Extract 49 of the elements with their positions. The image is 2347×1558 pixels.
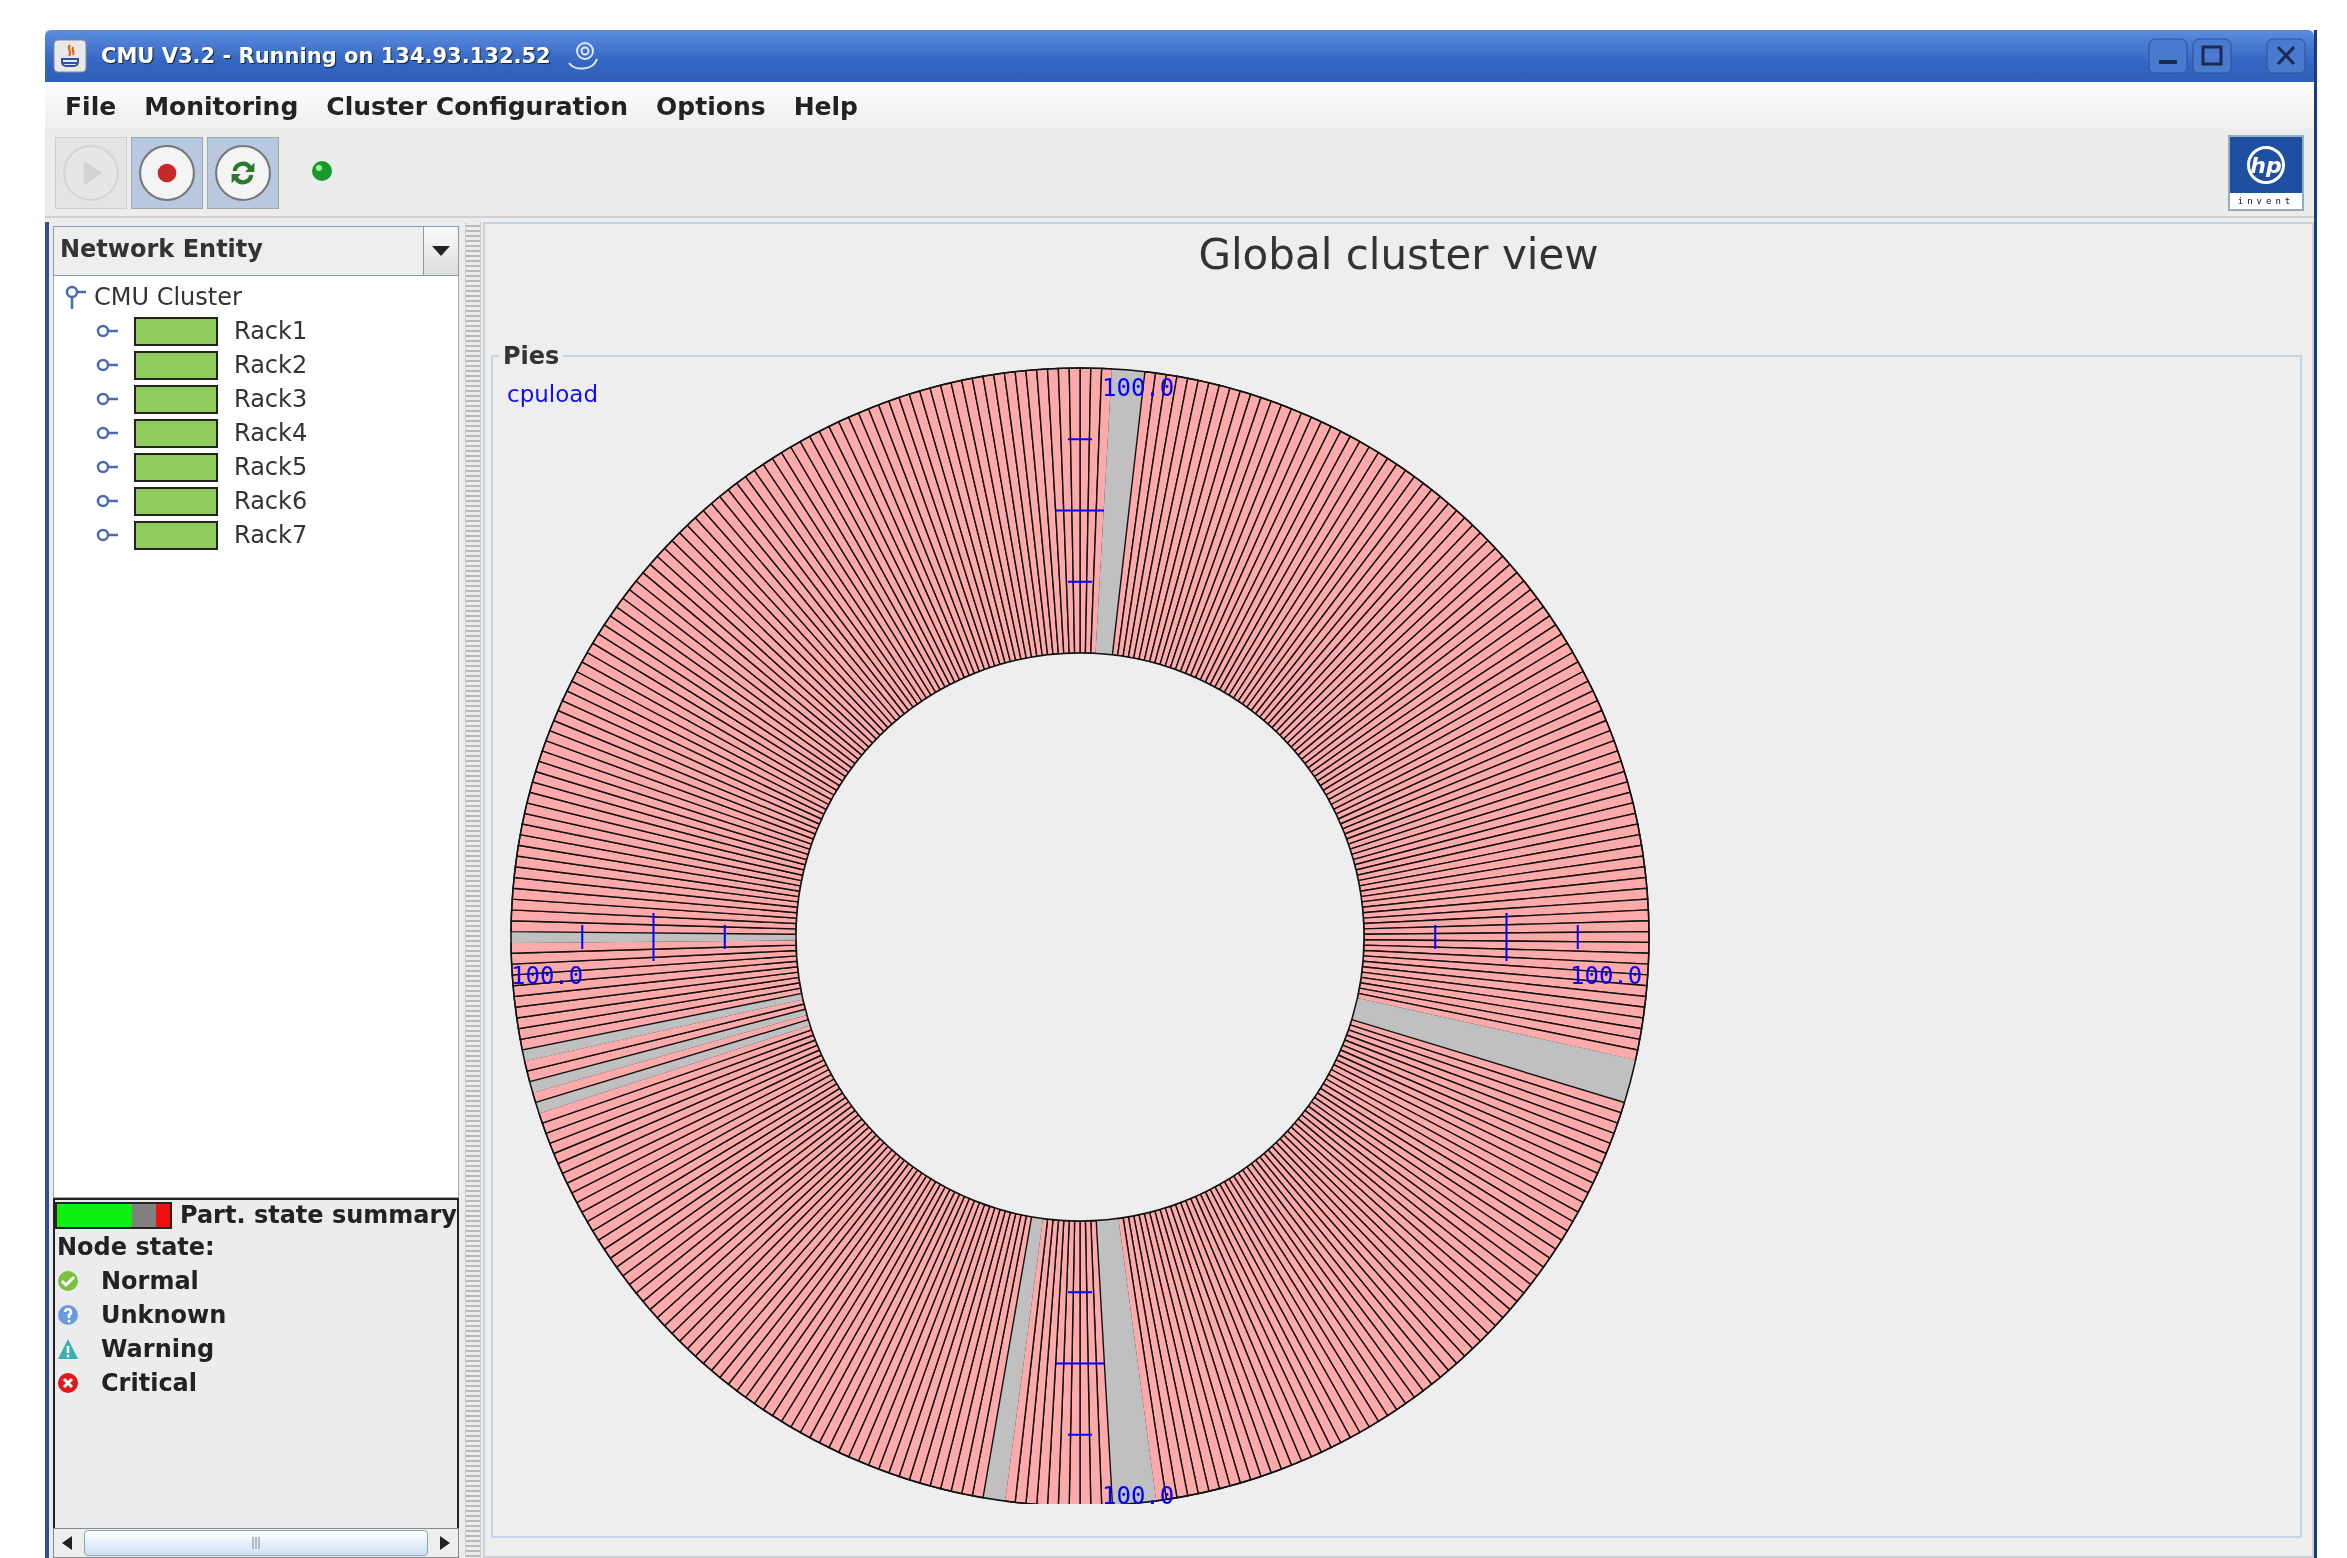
close-button[interactable] — [2266, 38, 2306, 74]
collapsed-node-icon[interactable] — [96, 358, 118, 372]
error-icon — [57, 1372, 79, 1394]
summary-label: Part. state summary — [179, 1201, 457, 1229]
tree-item[interactable]: Rack3 — [234, 385, 308, 413]
tree-item[interactable]: Rack5 — [234, 453, 308, 481]
question-icon — [57, 1304, 79, 1326]
app-icon — [53, 39, 87, 73]
collapsed-node-icon[interactable] — [96, 324, 118, 338]
entity-dropdown[interactable]: Network Entity — [53, 226, 459, 276]
legend-label: Warning — [101, 1335, 215, 1363]
right-arrow-icon[interactable] — [440, 1536, 450, 1550]
grip-icon[interactable] — [251, 1536, 261, 1550]
legend-label: Critical — [101, 1369, 198, 1397]
menu-item[interactable]: Cluster Configuration — [312, 87, 643, 125]
warning-icon — [57, 1338, 79, 1360]
maximize-button[interactable] — [2192, 38, 2232, 74]
legend-label: Normal — [101, 1267, 199, 1295]
logo: hp invent — [2228, 135, 2304, 211]
window-title: CMU V3.2 - Running on 134.93.132.52 — [101, 44, 551, 68]
legend-title: Node state: — [56, 1232, 216, 1263]
series-label: cpuload — [507, 381, 598, 407]
minimize-button[interactable] — [2148, 38, 2188, 74]
tree-item[interactable]: CMU Cluster — [94, 283, 242, 311]
caret-icon — [432, 246, 450, 256]
group-title: Pies — [502, 342, 561, 370]
menu-item[interactable]: Help — [779, 87, 872, 125]
collapsed-node-icon[interactable] — [96, 528, 118, 542]
record-button[interactable] — [131, 137, 203, 209]
horizontal-scrollbar[interactable] — [53, 1528, 459, 1558]
tree-item[interactable]: Rack1 — [234, 317, 308, 345]
menu-item[interactable]: Monitoring — [130, 87, 313, 125]
expanded-node-icon[interactable] — [64, 285, 86, 309]
menu-item[interactable]: Options — [642, 87, 780, 125]
collapsed-node-icon[interactable] — [96, 494, 118, 508]
collapsed-node-icon[interactable] — [96, 392, 118, 406]
menu-item[interactable]: File — [51, 87, 131, 125]
view-title: Global cluster view — [1197, 229, 1600, 281]
tree-item[interactable]: Rack4 — [234, 419, 308, 447]
refresh-button[interactable] — [207, 137, 279, 209]
collapsed-node-icon[interactable] — [96, 460, 118, 474]
left-arrow-icon[interactable] — [62, 1536, 72, 1550]
check-icon — [57, 1270, 79, 1292]
tree-item[interactable]: Rack7 — [234, 521, 308, 549]
tree-item[interactable]: Rack6 — [234, 487, 308, 515]
collapsed-node-icon[interactable] — [96, 426, 118, 440]
status-light-icon — [311, 160, 333, 182]
legend-label: Unknown — [101, 1301, 227, 1329]
tree-item[interactable]: Rack2 — [234, 351, 308, 379]
